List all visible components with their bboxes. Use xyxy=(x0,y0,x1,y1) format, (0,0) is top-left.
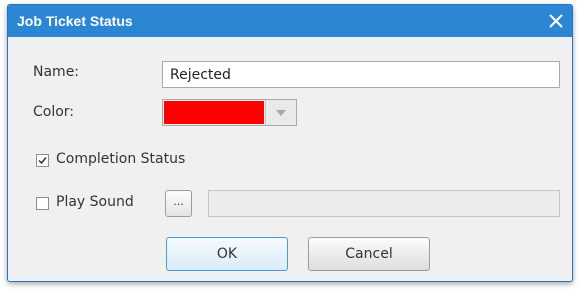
completion-status-label: Completion Status xyxy=(56,151,186,167)
color-swatch xyxy=(164,101,264,124)
play-sound-label: Play Sound xyxy=(56,194,134,210)
job-ticket-status-dialog: Job Ticket Status Name: Color: Completio… xyxy=(7,4,573,282)
close-button[interactable] xyxy=(546,11,566,31)
browse-sound-button[interactable]: ... xyxy=(165,190,192,217)
name-label: Name: xyxy=(33,64,80,80)
ok-button[interactable]: OK xyxy=(166,237,288,271)
color-label: Color: xyxy=(33,104,75,120)
title-bar: Job Ticket Status xyxy=(8,5,572,37)
dialog-title: Job Ticket Status xyxy=(17,13,133,29)
checkmark-icon xyxy=(38,157,47,165)
cancel-button[interactable]: Cancel xyxy=(308,237,430,271)
close-icon xyxy=(549,14,563,28)
chevron-down-icon xyxy=(276,110,286,116)
color-picker[interactable] xyxy=(162,99,297,126)
completion-status-checkbox[interactable] xyxy=(36,154,49,167)
play-sound-checkbox[interactable] xyxy=(36,197,49,210)
sound-path-input[interactable] xyxy=(208,190,560,217)
color-dropdown-arrow[interactable] xyxy=(265,100,296,125)
name-input[interactable] xyxy=(162,61,560,88)
